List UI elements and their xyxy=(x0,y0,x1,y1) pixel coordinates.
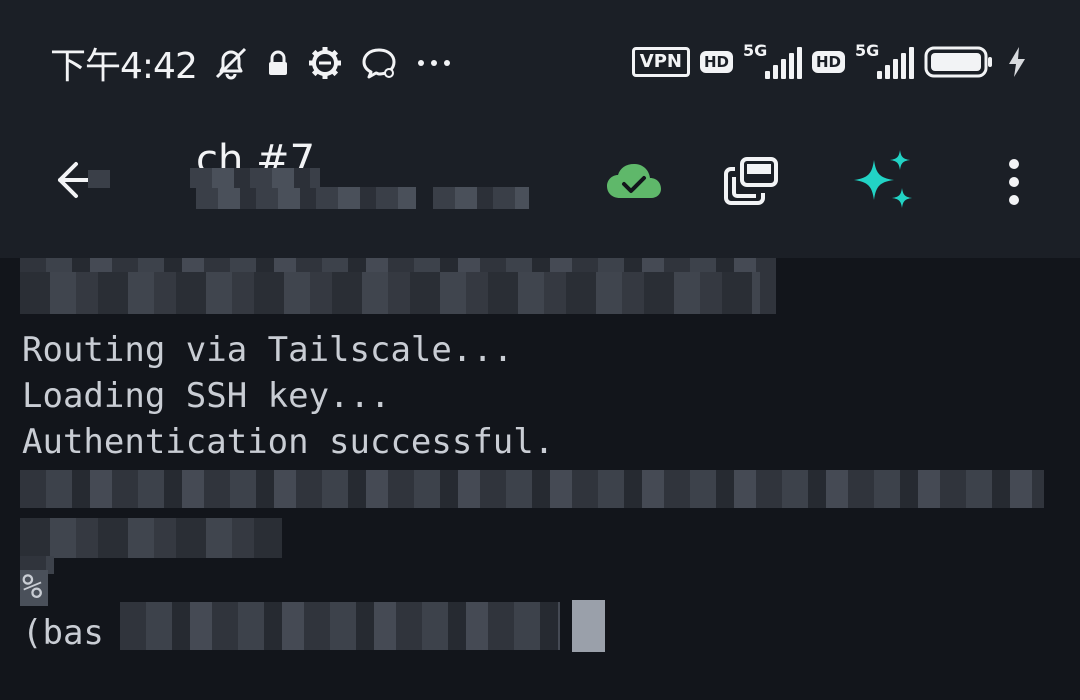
redacted-line xyxy=(20,470,1044,508)
prompt-line: (bas xyxy=(22,613,104,653)
redacted-line xyxy=(20,272,760,314)
terminal-cursor xyxy=(572,600,605,652)
stacked-windows-icon xyxy=(720,155,780,213)
chat-bubble-icon xyxy=(359,43,399,83)
more-vertical-icon xyxy=(1004,155,1024,213)
sync-status-button[interactable] xyxy=(602,152,666,216)
redacted-text xyxy=(190,168,320,188)
signal-bars-icon xyxy=(764,47,802,79)
cloud-check-icon xyxy=(604,160,664,208)
status-left: 下午4:42 xyxy=(50,38,455,88)
hd-badge-2: HD xyxy=(811,51,845,73)
bell-muted-icon xyxy=(211,43,251,83)
session-subtitle xyxy=(196,184,529,212)
clock: 下午4:42 xyxy=(50,46,198,87)
more-options-button[interactable] xyxy=(982,152,1046,216)
prompt-symbol: % xyxy=(22,567,43,607)
sparkle-icon xyxy=(848,150,916,218)
charging-bolt-icon xyxy=(1006,45,1028,79)
redacted-text xyxy=(196,187,416,209)
redacted-text xyxy=(88,170,110,188)
terminal-line: Authentication successful. xyxy=(22,422,555,462)
status-bar: 下午4:42 VPN HD 5G HD 5G xyxy=(0,0,1080,120)
terminal-line: Loading SSH key... xyxy=(22,376,391,416)
vpn-badge: VPN xyxy=(631,47,690,77)
windows-button[interactable] xyxy=(718,152,782,216)
redacted-text xyxy=(433,187,529,209)
terminal-output[interactable]: Routing via Tailscale... Loading SSH key… xyxy=(0,258,1080,700)
battery-icon xyxy=(924,45,996,79)
gear-icon xyxy=(305,43,345,83)
redacted-line xyxy=(120,602,560,650)
more-horizontal-icon xyxy=(413,43,455,83)
app-header: ch #7 xyxy=(0,120,1080,258)
signal-bars-icon xyxy=(877,47,914,79)
redacted-line xyxy=(20,518,282,558)
terminal-line: Routing via Tailscale... xyxy=(22,330,514,370)
signal-1: 5G xyxy=(743,41,802,79)
lock-icon xyxy=(265,48,291,78)
ai-assistant-button[interactable] xyxy=(846,150,918,218)
status-right: VPN HD 5G HD 5G xyxy=(631,40,1028,84)
signal-2: 5G xyxy=(855,41,914,79)
network-type-2: 5G xyxy=(855,41,880,60)
hd-badge-1: HD xyxy=(699,51,733,73)
network-type-1: 5G xyxy=(742,41,768,60)
